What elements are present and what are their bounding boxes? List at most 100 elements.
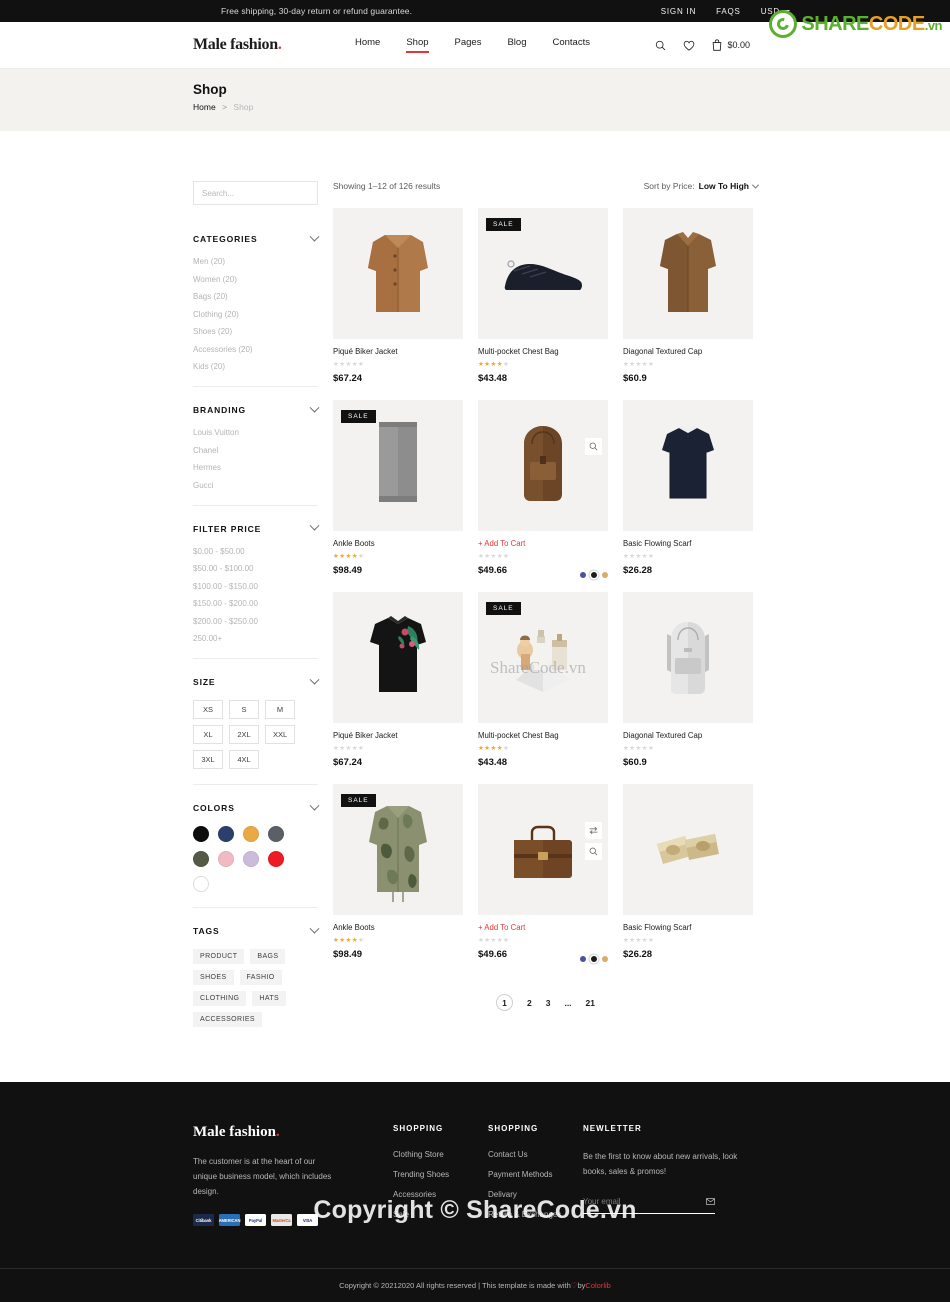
product-swatch-1[interactable] — [591, 572, 597, 578]
product-swatch-2[interactable] — [602, 956, 608, 962]
product-card[interactable]: + Add To Cart ★★★★★ $49.66 — [478, 784, 608, 962]
footer-logo[interactable]: Male fashion. — [193, 1124, 393, 1141]
product-name[interactable]: Basic Flowing Scarf — [623, 539, 753, 548]
list-item[interactable]: $0.00 - $50.00 — [193, 547, 318, 556]
widget-branding-header[interactable]: BRANDING — [193, 402, 320, 415]
product-swatch-0[interactable] — [580, 572, 586, 578]
product-name[interactable]: Piqué Biker Jacket — [333, 731, 463, 740]
product-image[interactable] — [478, 400, 608, 531]
size-option-m[interactable]: M — [265, 700, 295, 719]
product-image[interactable]: SALE — [478, 592, 608, 723]
product-card[interactable]: + Add To Cart ★★★★★ $49.66 — [478, 400, 608, 578]
list-item[interactable]: Accessories (20) — [193, 345, 318, 354]
tag-bags[interactable]: BAGS — [250, 949, 286, 964]
product-name[interactable]: Multi-pocket Chest Bag — [478, 731, 608, 740]
heart-icon[interactable] — [683, 40, 695, 51]
list-item[interactable]: Chanel — [193, 446, 318, 455]
tag-hats[interactable]: HATS — [252, 991, 287, 1006]
product-image[interactable] — [623, 400, 753, 531]
product-name[interactable]: Multi-pocket Chest Bag — [478, 347, 608, 356]
product-name[interactable]: Diagonal Textured Cap — [623, 347, 753, 356]
product-card[interactable]: Basic Flowing Scarf ★★★★★ $26.28 — [623, 784, 753, 962]
footer-link[interactable]: Trending Shoes — [393, 1170, 488, 1179]
product-image[interactable] — [623, 592, 753, 723]
product-image[interactable] — [333, 208, 463, 339]
nav-item-contacts[interactable]: Contacts — [552, 37, 590, 53]
list-item[interactable]: Shoes (20) — [193, 327, 318, 336]
tag-fashio[interactable]: FASHIO — [239, 970, 282, 985]
list-item[interactable]: 250.00+ — [193, 634, 318, 643]
product-name[interactable]: Piqué Biker Jacket — [333, 347, 463, 356]
product-card[interactable]: Basic Flowing Scarf ★★★★★ $26.28 — [623, 400, 753, 578]
search-input[interactable] — [202, 188, 312, 198]
color-swatch-3[interactable] — [268, 826, 284, 842]
product-image[interactable] — [333, 592, 463, 723]
footer-link[interactable]: Payment Methods — [488, 1170, 583, 1179]
list-item[interactable]: Clothing (20) — [193, 310, 318, 319]
color-swatch-6[interactable] — [243, 851, 259, 867]
pagination-item-2[interactable]: 2 — [527, 998, 532, 1008]
list-item[interactable]: Bags (20) — [193, 292, 318, 301]
product-image[interactable]: SALE — [333, 400, 463, 531]
footer-link[interactable]: Delivary — [488, 1190, 583, 1199]
color-swatch-2[interactable] — [243, 826, 259, 842]
product-card[interactable]: SALE Ankle Boots ★★★★★ $98.49 — [333, 784, 463, 962]
list-item[interactable]: Hermes — [193, 463, 318, 472]
widget-categories-header[interactable]: CATEGORIES — [193, 231, 320, 244]
colorlib-link[interactable]: Colorlib — [585, 1281, 610, 1290]
compare-icon[interactable] — [585, 822, 602, 839]
breadcrumb-home[interactable]: Home — [193, 102, 216, 112]
size-option-2xl[interactable]: 2XL — [229, 725, 259, 744]
list-item[interactable]: Kids (20) — [193, 362, 318, 371]
tag-clothing[interactable]: CLOTHING — [193, 991, 247, 1006]
product-card[interactable]: Diagonal Textured Cap ★★★★★ $60.9 — [623, 592, 753, 770]
product-name[interactable]: Ankle Boots — [333, 539, 463, 548]
pagination-item-21[interactable]: 21 — [586, 998, 595, 1008]
footer-link[interactable]: Sale — [393, 1210, 488, 1219]
color-swatch-7[interactable] — [268, 851, 284, 867]
footer-link[interactable]: Return & Exchanges — [488, 1210, 583, 1219]
size-option-xxl[interactable]: XXL — [265, 725, 296, 744]
product-card[interactable]: SALE Multi-pocket Chest Bag ★★★★★ $43.48 — [478, 208, 608, 386]
product-image[interactable] — [623, 784, 753, 915]
nav-item-blog[interactable]: Blog — [507, 37, 526, 53]
pagination-item-1[interactable]: 1 — [495, 994, 513, 1011]
site-logo[interactable]: Male fashion. — [193, 36, 282, 54]
product-card[interactable]: Diagonal Textured Cap ★★★★★ $60.9 — [623, 208, 753, 386]
product-card[interactable]: SALE Ankle Boots ★★★★★ $98.49 — [333, 400, 463, 578]
nav-item-home[interactable]: Home — [355, 37, 380, 53]
size-option-xs[interactable]: XS — [193, 700, 223, 719]
nav-item-pages[interactable]: Pages — [455, 37, 482, 53]
sidebar-search-box[interactable] — [193, 181, 318, 205]
list-item[interactable]: Men (20) — [193, 257, 318, 266]
list-item[interactable]: Louis Vuitton — [193, 428, 318, 437]
faqs-link[interactable]: FAQS — [716, 7, 741, 16]
product-swatch-1[interactable] — [591, 956, 597, 962]
footer-link[interactable]: Accessories — [393, 1190, 488, 1199]
tag-product[interactable]: PRODUCT — [193, 949, 245, 964]
list-item[interactable]: Women (20) — [193, 275, 318, 284]
color-swatch-1[interactable] — [218, 826, 234, 842]
product-card[interactable]: Piqué Biker Jacket ★★★★★ $67.24 — [333, 592, 463, 770]
product-image[interactable]: SALE — [478, 208, 608, 339]
color-swatch-5[interactable] — [218, 851, 234, 867]
tag-accessories[interactable]: ACCESSORIES — [193, 1012, 262, 1027]
product-name[interactable]: Basic Flowing Scarf — [623, 923, 753, 932]
size-option-xl[interactable]: XL — [193, 725, 223, 744]
newsletter-email-input[interactable] — [583, 1196, 683, 1206]
list-item[interactable]: Gucci — [193, 481, 318, 490]
product-image[interactable]: SALE — [333, 784, 463, 915]
color-swatch-8[interactable] — [193, 876, 209, 892]
product-image[interactable] — [478, 784, 608, 915]
product-name[interactable]: Ankle Boots — [333, 923, 463, 932]
color-swatch-4[interactable] — [193, 851, 209, 867]
tag-shoes[interactable]: SHOES — [193, 970, 234, 985]
footer-link[interactable]: Contact Us — [488, 1150, 583, 1159]
sort-dropdown[interactable]: Sort by Price: Low To High — [644, 181, 760, 191]
list-item[interactable]: $50.00 - $100.00 — [193, 564, 318, 573]
nav-item-shop[interactable]: Shop — [406, 37, 429, 53]
newsletter-form[interactable] — [583, 1196, 715, 1214]
pagination-item-3[interactable]: 3 — [546, 998, 551, 1008]
search-icon[interactable] — [585, 843, 602, 860]
product-name[interactable]: Diagonal Textured Cap — [623, 731, 753, 740]
